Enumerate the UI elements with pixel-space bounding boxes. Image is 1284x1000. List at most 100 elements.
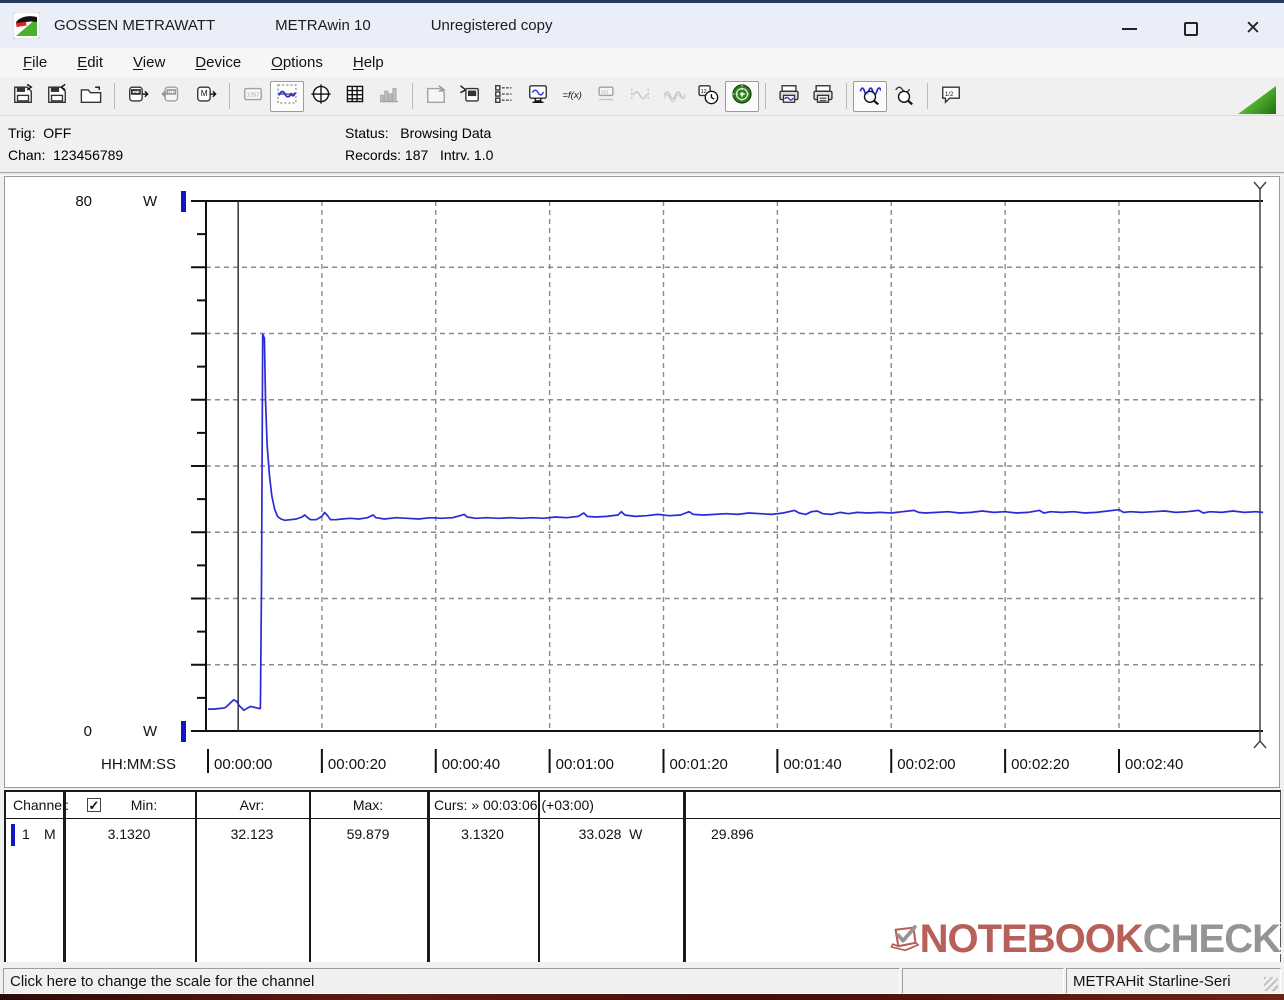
table-header-max: Max: [352, 797, 384, 813]
y-scale-bottom-marker[interactable] [181, 721, 186, 742]
x-tick-mark [1118, 749, 1120, 773]
close-button[interactable]: ✕ [1222, 6, 1284, 51]
floppy-out-icon [12, 83, 34, 110]
formula-function-button[interactable]: =f(x) [555, 81, 589, 112]
small-display-button: 321 [589, 81, 623, 112]
toolbar-separator [765, 83, 766, 109]
trend-icon [276, 83, 298, 110]
y-unit-top-label: W [143, 193, 158, 210]
y-max-label: 80 [75, 193, 92, 210]
store-to-device-button[interactable] [453, 81, 487, 112]
menu-item-file[interactable]: File [12, 51, 58, 74]
printer-icon [812, 83, 834, 110]
svg-text:321: 321 [133, 89, 141, 94]
minimize-button[interactable] [1098, 6, 1160, 51]
toolbar-separator [229, 83, 230, 109]
license-status: Unregistered copy [430, 17, 553, 34]
menu-item-view[interactable]: View [122, 51, 176, 74]
x-tick-mark [548, 749, 551, 773]
histogram-view-button [372, 81, 406, 112]
table-header-channel: Channel: [13, 797, 70, 813]
folder-icon [80, 83, 102, 110]
table-header-min: Min: [130, 797, 158, 813]
menu-item-edit[interactable]: Edit [66, 51, 114, 74]
close-icon: ✕ [1245, 18, 1261, 39]
trend-chart-panel[interactable]: 80 0 W W HH:MM:SS 00:00:00 00:00:20 00:00:40 00:… [4, 176, 1280, 788]
app-title: METRAwin 10 [275, 17, 371, 34]
window-controls: ✕ [1098, 6, 1284, 51]
meter-out-icon: 321 [127, 83, 149, 110]
annotations-button[interactable]: 1/2 [934, 81, 968, 112]
statusbar-device-text: METRAHit Starline-Seri [1073, 972, 1231, 990]
svg-text:=f(x): =f(x) [562, 90, 582, 101]
load-file-button[interactable] [6, 81, 40, 112]
read-device-button[interactable]: 321 [121, 81, 155, 112]
zoom-curve-out-button[interactable] [887, 81, 921, 112]
config-list-icon [493, 83, 515, 110]
x-tick-mark [320, 749, 323, 773]
trend-chart-view-button[interactable] [270, 80, 304, 112]
x-tick-mark [890, 749, 893, 773]
zoom-out-icon [893, 83, 915, 110]
channel-values-table[interactable]: Channel: ✓ Min: Avr: Max: Curs: » 00:03:06 (+… [4, 790, 1281, 962]
floppy-in-icon [46, 83, 68, 110]
zoom-curve-in-button[interactable] [853, 80, 887, 112]
title-bar: GOSSEN METRAWATT METRAwin 10 Unregistere… [0, 0, 1284, 48]
statusbar-device-panel: METRAHit Starline-Seri [1066, 968, 1281, 994]
row-delta-value: 29.896 [711, 826, 754, 842]
x-tick-label: 00:00:00 [214, 756, 272, 773]
save-file-button[interactable] [40, 81, 74, 112]
wave-multi-button [657, 81, 691, 112]
live-record-target-button[interactable] [725, 80, 759, 112]
row-channel-mode: M [44, 826, 56, 842]
xy-scope-view-button[interactable] [304, 81, 338, 112]
x-tick-label: 00:02:00 [897, 756, 955, 773]
channel-1-trace[interactable] [208, 333, 1264, 712]
clock-icon: 12 [697, 83, 719, 110]
y-min-label: 0 [84, 723, 92, 740]
cursor-2-top-arrow [1253, 181, 1267, 191]
y-scale-top-marker[interactable] [181, 191, 186, 212]
print-button[interactable] [806, 81, 840, 112]
trend-chart[interactable]: 80 0 W W HH:MM:SS 00:00:00 00:00:20 00:00:40 00:… [5, 177, 1279, 787]
channel-color-marker [11, 824, 15, 846]
statusbar-hint-panel[interactable]: Click here to change the scale for the c… [3, 968, 900, 994]
digits-icon: 1257 [242, 83, 264, 110]
printer-wave-icon [778, 83, 800, 110]
x-tick-mark [207, 749, 209, 773]
bubble-icon: 1/2 [940, 83, 962, 110]
meter-in-icon: 321 [161, 83, 183, 110]
row-channel-number[interactable]: 1 [22, 826, 30, 842]
x-tick-mark [434, 749, 437, 773]
resize-grip[interactable] [1264, 977, 1278, 991]
trigger-info: Trig: OFF [8, 125, 72, 141]
records-info: Records: 187 Intrv. 1.0 [345, 147, 494, 163]
x-tick-label: 00:01:00 [556, 756, 614, 773]
monitor-wave-icon [527, 83, 549, 110]
menu-item-device[interactable]: Device [184, 51, 252, 74]
open-folder-button[interactable] [74, 81, 108, 112]
device-settings-button[interactable] [487, 81, 521, 112]
target-icon [731, 83, 753, 110]
pc-monitor-button[interactable] [521, 81, 555, 112]
svg-text:1/2: 1/2 [945, 91, 954, 97]
svg-text:1257: 1257 [247, 92, 260, 98]
zoom-wave-icon [859, 83, 882, 110]
wave-segment-button [623, 81, 657, 112]
time-settings-button[interactable]: 12 [691, 81, 725, 112]
histogram-icon [378, 83, 400, 110]
device-memory-button[interactable]: M [189, 81, 223, 112]
menu-item-help[interactable]: Help [342, 51, 395, 74]
toolbar-separator [846, 83, 847, 109]
maximize-button[interactable] [1160, 6, 1222, 51]
x-tick-label: 00:00:20 [328, 756, 386, 773]
svg-text:321: 321 [168, 89, 176, 94]
print-preview-button[interactable] [772, 81, 806, 112]
disk-export-icon [425, 83, 447, 110]
table-view-button[interactable] [338, 81, 372, 112]
menu-item-options[interactable]: Options [260, 51, 334, 74]
statusbar-hint-text: Click here to change the scale for the c… [10, 972, 315, 990]
row-cursor1-value: 3.1320 [461, 826, 504, 842]
status-info: Status: Browsing Data [345, 125, 492, 141]
acquisition-info-strip: Trig: OFF Chan: 123456789 Status: Browsi… [0, 116, 1284, 172]
